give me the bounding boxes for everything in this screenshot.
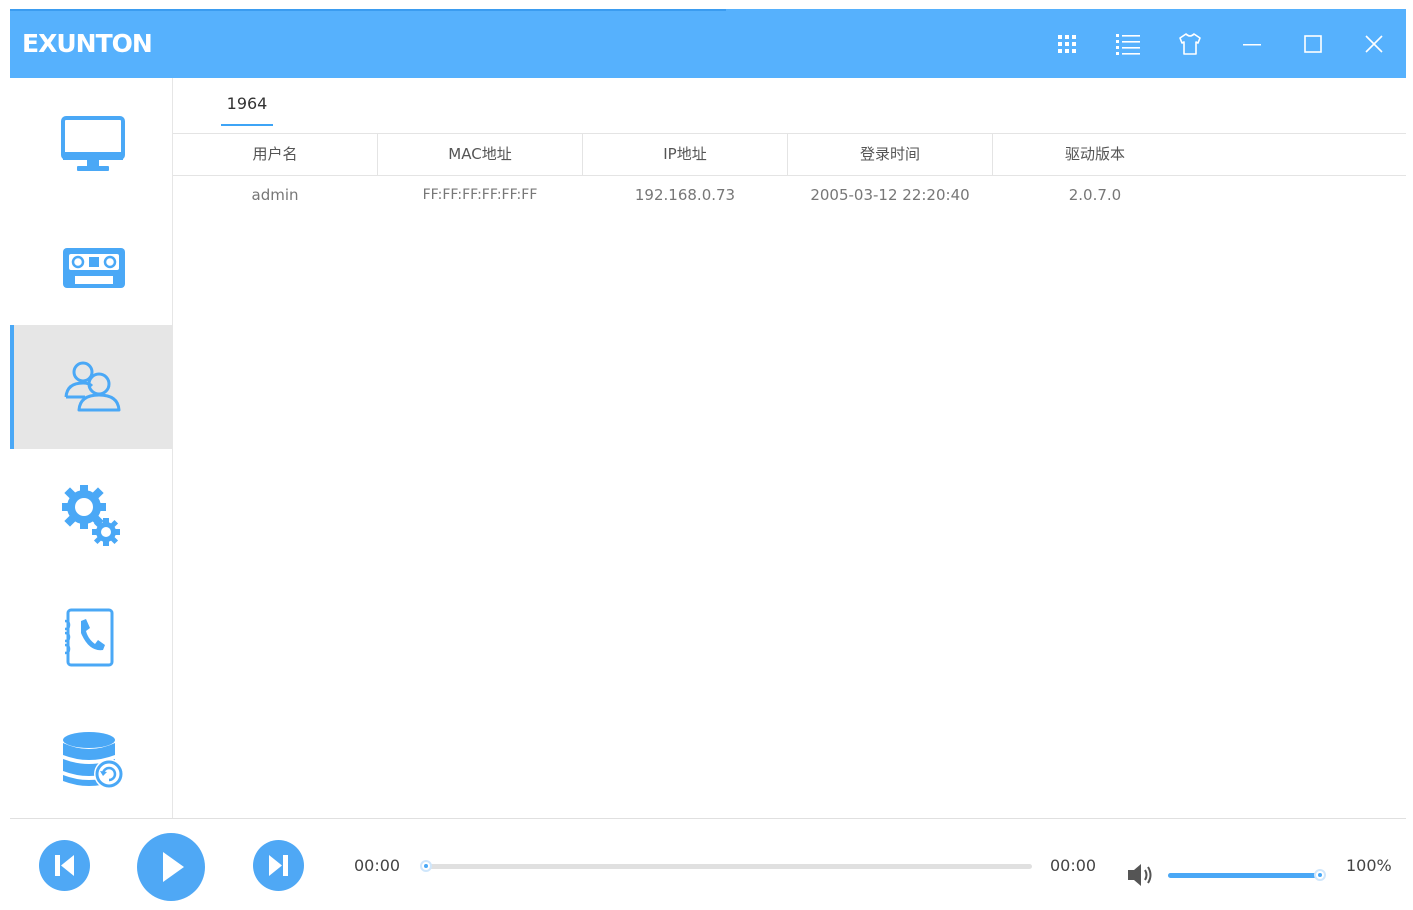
phone-book-icon	[64, 608, 114, 667]
sidebar-item-database[interactable]	[10, 697, 172, 821]
cell-driver-version: 2.0.7.0	[1068, 186, 1122, 204]
cell-login-time: 2005-03-12 22:20:40	[810, 186, 970, 204]
title-bar: EXUNTON	[10, 9, 1406, 78]
database-sync-icon	[63, 732, 124, 789]
tab-active-underline	[221, 124, 273, 126]
sidebar-item-contacts[interactable]	[10, 573, 172, 697]
tab-1964[interactable]: 1964	[221, 94, 273, 124]
sidebar-item-cassette[interactable]	[10, 202, 172, 326]
close-icon[interactable]	[1361, 31, 1387, 57]
previous-button[interactable]	[39, 840, 90, 891]
volume-knob[interactable]	[1314, 869, 1326, 881]
sidebar-item-settings[interactable]	[10, 449, 172, 573]
users-icon	[64, 361, 121, 412]
volume-icon[interactable]	[1126, 862, 1154, 888]
skip-next-icon	[269, 855, 288, 876]
title-bar-edge	[10, 9, 726, 11]
total-time: 00:00	[1050, 856, 1097, 875]
play-button[interactable]	[137, 833, 205, 901]
monitor-icon	[61, 116, 125, 171]
app-logo: EXUNTON	[22, 29, 153, 58]
skin-shirt-icon[interactable]	[1177, 31, 1203, 57]
progress-track[interactable]	[426, 864, 1032, 869]
app-window: EXUNTON 1964 用户名 MAC地址 IP地址 登录时间 驱动版本 ad…	[10, 9, 1406, 910]
player-bar: 00:00 00:00 100%	[10, 818, 1406, 910]
apps-grid-icon[interactable]	[1054, 31, 1080, 57]
column-header-username[interactable]: 用户名	[173, 134, 378, 175]
sidebar-item-users[interactable]	[10, 325, 172, 449]
current-time: 00:00	[354, 856, 401, 875]
next-button[interactable]	[253, 840, 304, 891]
minimize-icon[interactable]	[1239, 31, 1265, 57]
skip-previous-icon	[55, 855, 74, 876]
table-row[interactable]: admin FF:FF:FF:FF:FF:FF 192.168.0.73 200…	[173, 175, 1406, 215]
volume-fill	[1168, 873, 1320, 878]
column-header-ip[interactable]: IP地址	[583, 134, 788, 175]
cassette-icon	[63, 248, 125, 288]
column-header-driver-version[interactable]: 驱动版本	[993, 134, 1197, 175]
active-indicator	[10, 325, 14, 449]
progress-knob[interactable]	[420, 860, 432, 872]
column-header-login-time[interactable]: 登录时间	[788, 134, 993, 175]
play-icon	[163, 852, 184, 882]
gears-icon	[62, 485, 120, 546]
main-panel: 1964 用户名 MAC地址 IP地址 登录时间 驱动版本 admin FF:F…	[173, 78, 1406, 818]
sidebar	[10, 78, 173, 818]
list-menu-icon[interactable]	[1115, 31, 1141, 57]
sidebar-item-monitor[interactable]	[10, 78, 172, 202]
cell-ip: 192.168.0.73	[634, 186, 736, 204]
cell-mac: FF:FF:FF:FF:FF:FF	[422, 187, 538, 203]
table-header: 用户名 MAC地址 IP地址 登录时间 驱动版本	[173, 133, 1406, 176]
maximize-icon[interactable]	[1300, 31, 1326, 57]
volume-percent: 100%	[1346, 856, 1392, 875]
cell-username: admin	[251, 186, 299, 204]
column-header-mac[interactable]: MAC地址	[378, 134, 583, 175]
